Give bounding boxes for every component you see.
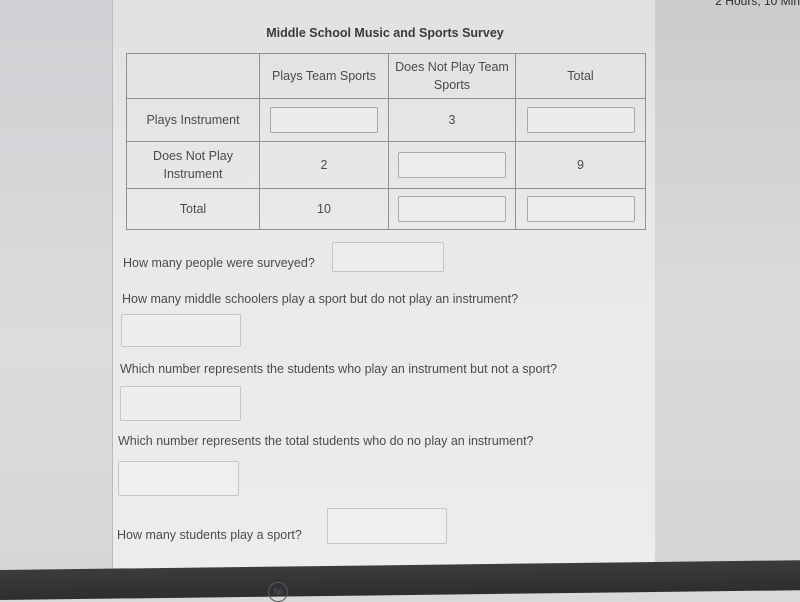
question-3-answer-input[interactable] — [120, 386, 241, 421]
cell-plays-instrument-total — [515, 98, 646, 142]
header-total: Total — [515, 53, 646, 99]
question-4-answer-input[interactable] — [118, 461, 239, 496]
table-row: Total 10 — [126, 188, 646, 230]
question-3-text: Which number represents the students who… — [120, 362, 558, 376]
right-margin: 2 Hours, 10 Min — [655, 0, 800, 575]
question-5-text: How many students play a sport? — [117, 528, 302, 542]
row-label: Does Not Play Instrument — [126, 141, 260, 189]
time-remaining: 2 Hours, 10 Min — [715, 0, 800, 8]
screen: 2 Hours, 10 Min Middle School Music and … — [0, 0, 800, 575]
table-row: Plays Instrument 3 — [126, 98, 646, 142]
cell-grand-total — [515, 188, 646, 230]
question-1-answer-input[interactable] — [332, 242, 444, 272]
cell-value: 10 — [259, 188, 389, 230]
row-label: Plays Instrument — [126, 98, 260, 142]
row-label: Total — [126, 188, 260, 230]
cell-value: 9 — [515, 141, 646, 189]
cell-value: 3 — [388, 98, 516, 142]
header-plays-team-sports: Plays Team Sports — [259, 53, 389, 99]
input-total-no-sports[interactable] — [398, 196, 506, 222]
left-margin — [0, 0, 112, 575]
cell-no-instrument-no-sports — [388, 141, 516, 189]
hp-logo-icon: hp — [268, 582, 288, 602]
question-4-text: Which number represents the total studen… — [118, 434, 534, 448]
input-grand-total[interactable] — [526, 196, 635, 222]
question-2-answer-input[interactable] — [121, 314, 241, 347]
table-header-row: Plays Team Sports Does Not Play Team Spo… — [126, 53, 646, 99]
cell-plays-instrument-plays-sports — [259, 98, 389, 142]
survey-title: Middle School Music and Sports Survey — [266, 26, 504, 40]
question-1-text: How many people were surveyed? — [123, 256, 315, 270]
input-plays-instrument-plays-sports[interactable] — [270, 107, 378, 133]
input-plays-instrument-total[interactable] — [526, 107, 635, 133]
cell-total-no-sports — [388, 188, 516, 230]
input-no-instrument-no-sports[interactable] — [398, 152, 506, 178]
survey-table: Plays Team Sports Does Not Play Team Spo… — [126, 53, 646, 230]
question-5-answer-input[interactable] — [327, 508, 447, 544]
table-row: Does Not Play Instrument 2 9 — [126, 141, 646, 189]
header-does-not-play-team-sports: Does Not Play Team Sports — [388, 53, 516, 99]
cell-value: 2 — [259, 141, 389, 189]
question-2-text: How many middle schoolers play a sport b… — [122, 292, 519, 306]
header-corner — [126, 53, 260, 99]
